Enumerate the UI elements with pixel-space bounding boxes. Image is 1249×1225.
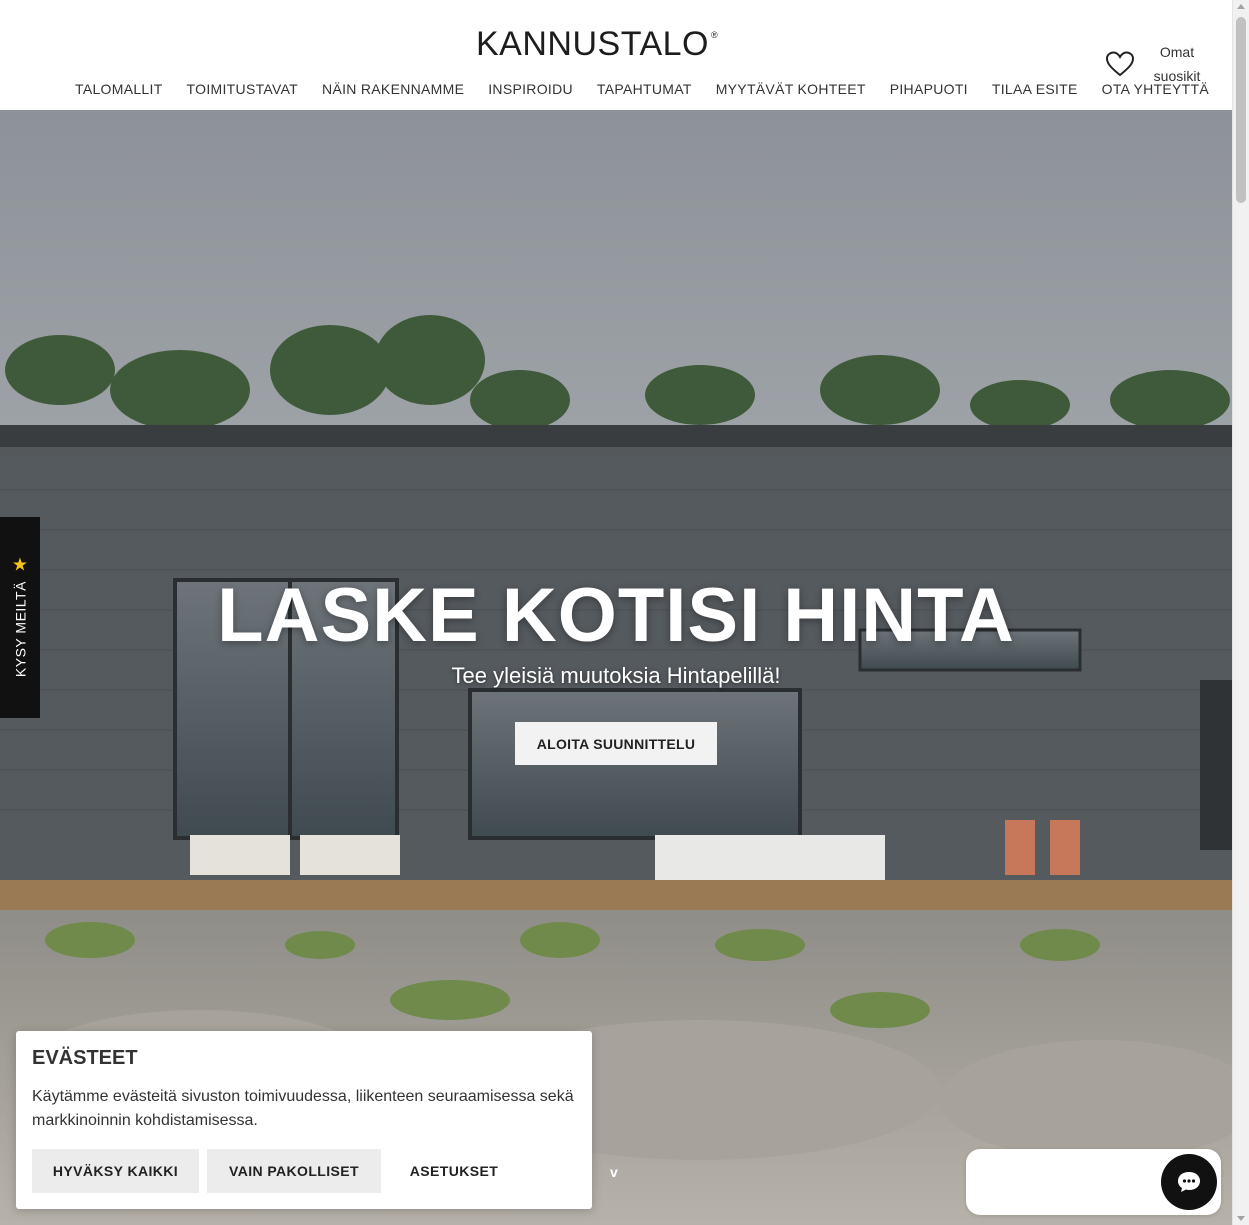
hero-subtitle: Tee yleisiä muutoksia Hintapelillä!: [451, 663, 781, 688]
scrollbar-thumb[interactable]: [1236, 17, 1246, 203]
nav-item-myytavat-kohteet[interactable]: MYYTÄVÄT KOHTEET: [704, 80, 878, 98]
cookie-settings-button[interactable]: ASETUKSET: [389, 1149, 519, 1193]
page-scrollbar[interactable]: [1232, 0, 1249, 1225]
kannustalo-logo[interactable]: KANNUSTALO ®: [476, 26, 718, 62]
hero-title: LASKE KOTISI HINTA: [217, 573, 1015, 658]
chat-icon: [1178, 1172, 1200, 1192]
nav-item-tilaa-esite[interactable]: TILAA ESITE: [980, 80, 1090, 98]
favorites-label[interactable]: Omat suosikit: [1149, 40, 1205, 88]
cookie-description: Käytämme evästeitä sivuston toimivuudess…: [32, 1088, 574, 1129]
cookie-banner: EVÄSTEET Käytämme evästeitä sivuston toi…: [16, 1031, 592, 1209]
logo-text: KANNUSTALO: [476, 25, 709, 63]
nav-item-pihapuoti[interactable]: PIHAPUOTI: [878, 80, 980, 98]
favorites-link[interactable]: Omat suosikit: [1104, 40, 1205, 88]
favorites-label-line2: suosikit: [1153, 68, 1201, 84]
logo-registered-mark: ®: [710, 30, 718, 40]
cookie-title: EVÄSTEET: [32, 1047, 138, 1069]
nav-item-nain-rakennamme[interactable]: NÄIN RAKENNAMME: [310, 80, 476, 98]
nav-item-tapahtumat[interactable]: TAPAHTUMAT: [585, 80, 704, 98]
nav-item-inspiroidu[interactable]: INSPIROIDU: [476, 80, 585, 98]
nav-item-talomallit[interactable]: TALOMALLIT: [63, 80, 175, 98]
heart-icon[interactable]: [1104, 48, 1136, 80]
favorites-label-line1: Omat: [1159, 44, 1195, 60]
side-tab-content: KYSY MEILTÄ ★: [10, 554, 31, 678]
star-icon: ★: [11, 554, 29, 575]
accept-all-cookies-button[interactable]: HYVÄKSY KAIKKI: [32, 1149, 199, 1193]
scroll-up-arrow-icon[interactable]: [1237, 4, 1245, 9]
side-tab-label: KYSY MEILTÄ: [12, 581, 28, 678]
chat-launcher-button[interactable]: [1161, 1154, 1217, 1210]
main-nav: TALOMALLIT TOIMITUSTAVAT NÄIN RAKENNAMME…: [63, 80, 1221, 98]
start-planning-button[interactable]: ALOITA SUUNNITTELU: [515, 722, 717, 765]
scroll-down-arrow-icon[interactable]: [1237, 1216, 1245, 1221]
nav-item-toimitustavat[interactable]: TOIMITUSTAVAT: [175, 80, 311, 98]
necessary-only-button[interactable]: VAIN PAKOLLISET: [207, 1149, 381, 1193]
ask-us-side-tab[interactable]: KYSY MEILTÄ ★: [0, 517, 40, 718]
scroll-down-chevron-icon[interactable]: v: [610, 1164, 618, 1180]
site-header: KANNUSTALO ® TALOMALLIT TOIMITUSTAVAT NÄ…: [0, 0, 1232, 110]
